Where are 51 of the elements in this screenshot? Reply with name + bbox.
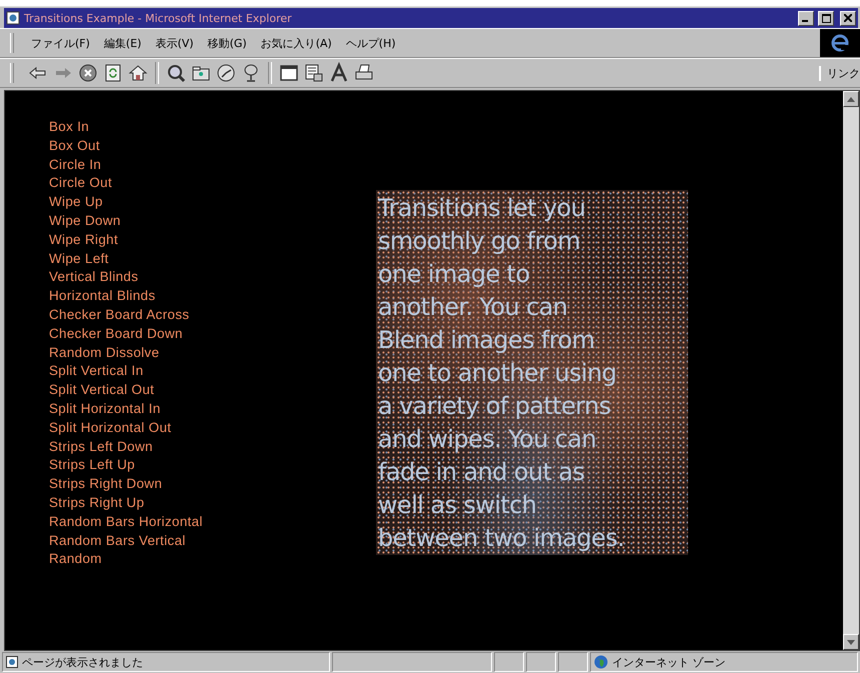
- transition-link[interactable]: Random Dissolve: [49, 344, 160, 362]
- transition-link[interactable]: Split Horizontal In: [49, 400, 160, 419]
- document-icon[interactable]: [303, 62, 325, 84]
- transition-link[interactable]: Checker Board Across: [49, 306, 190, 325]
- transition-link[interactable]: Strips Right Down: [49, 475, 162, 494]
- transition-link[interactable]: Random Bars Vertical: [49, 532, 186, 550]
- minimize-button[interactable]: [798, 10, 814, 26]
- menu-item[interactable]: 編集(E): [96, 36, 148, 50]
- transition-link[interactable]: Circle In: [49, 156, 102, 174]
- transition-link[interactable]: Random: [49, 550, 102, 570]
- close-icon: [844, 14, 852, 22]
- window-title: Transitions Example - Microsoft Internet Explorer: [24, 12, 293, 24]
- page-icon: [6, 11, 20, 25]
- transition-link[interactable]: Circle Out: [49, 174, 112, 194]
- up-arrow-icon: [847, 96, 855, 102]
- transition-link[interactable]: Split Horizontal Out: [49, 418, 172, 438]
- down-arrow-icon: [847, 640, 855, 644]
- status-text: ページが表示されました: [22, 654, 143, 670]
- transition-link[interactable]: Random Bars Horizontal: [49, 512, 203, 532]
- maximize-icon: [822, 14, 830, 22]
- scrollbar[interactable]: [843, 91, 859, 650]
- stop-icon[interactable]: [77, 62, 99, 84]
- menu-item[interactable]: ファイル(F): [24, 36, 97, 50]
- search-icon[interactable]: [165, 62, 187, 84]
- menu-item[interactable]: 表示(V): [148, 36, 201, 50]
- menu-item[interactable]: ヘルプ(H): [338, 36, 403, 50]
- transition-link[interactable]: Wipe Left: [49, 250, 109, 268]
- transition-link[interactable]: Strips Left Down: [49, 438, 153, 456]
- clock-icon[interactable]: [215, 62, 237, 84]
- globe-icon: [594, 655, 608, 669]
- maximize-button[interactable]: [818, 10, 834, 26]
- transition-link[interactable]: Split Vertical In: [49, 362, 144, 382]
- transition-link[interactable]: Strips Left Up: [49, 456, 135, 476]
- transition-link[interactable]: Wipe Right: [49, 230, 118, 250]
- zone-text: インターネット ゾーン: [612, 654, 726, 670]
- links-label[interactable]: リンク: [819, 66, 860, 80]
- browser-logo: [820, 29, 860, 57]
- close-button[interactable]: [840, 10, 856, 26]
- transition-link[interactable]: Wipe Up: [49, 193, 103, 212]
- page-icon: [6, 656, 18, 668]
- menu-item[interactable]: お気に入り(A): [254, 36, 339, 50]
- menu-item[interactable]: 移動(G): [200, 36, 254, 50]
- transition-link[interactable]: Wipe Down: [49, 212, 121, 231]
- transition-link[interactable]: Horizontal Blinds: [49, 287, 156, 306]
- transition-link[interactable]: Box Out: [49, 136, 100, 156]
- font-icon[interactable]: [328, 62, 350, 84]
- transition-link[interactable]: Box In: [49, 118, 90, 137]
- transition-link[interactable]: Strips Right Up: [49, 494, 144, 513]
- transition-link[interactable]: Checker Board Down: [49, 324, 183, 344]
- transition-link[interactable]: Vertical Blinds: [49, 268, 138, 288]
- transition-link[interactable]: Split Vertical Out: [49, 381, 154, 400]
